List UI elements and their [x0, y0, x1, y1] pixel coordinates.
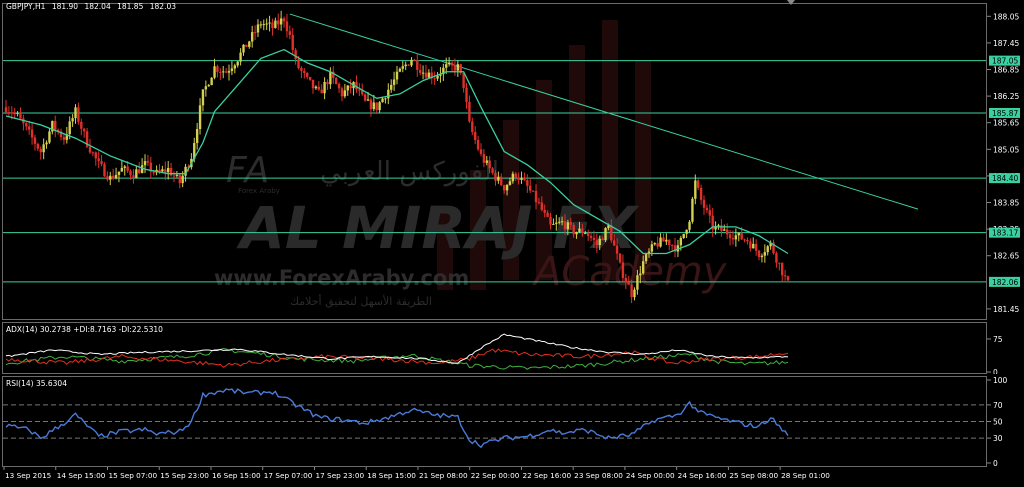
- time-label: 15 Sep 23:00: [160, 471, 209, 480]
- rsi-tick-label: 50: [993, 418, 1003, 427]
- adx-tick-label: 0: [993, 368, 998, 374]
- level-price-label: 184.40: [992, 174, 1018, 183]
- rsi-header: RSI(14) 35.6304: [6, 379, 67, 388]
- level-price-label: 185.87: [992, 109, 1018, 118]
- price-chart-pane[interactable]: AL MIRAJ FX www.ForexAraby.com الفوركس الع…: [0, 0, 1024, 320]
- adx-header: ADX(14) 30.2738 +DI:8.7163 -DI:22.5310: [6, 325, 163, 334]
- shift-marker-icon[interactable]: [787, 0, 795, 6]
- time-label: 17 Sep 23:00: [315, 471, 364, 480]
- price-tick-label: 186.85: [993, 66, 1019, 75]
- low-value: 181.85: [117, 2, 144, 11]
- rsi-tick-label: 100: [993, 376, 1008, 385]
- time-label: 16 Sep 15:00: [212, 471, 261, 480]
- time-label: 15 Sep 07:00: [108, 471, 157, 480]
- time-axis-svg: 13 Sep 2015 14 Sep 15:00 15 Sep 07:00 15 Se…: [3, 467, 830, 480]
- rsi-tick-label: 0: [993, 459, 998, 467]
- time-label: 13 Sep 2015: [5, 471, 51, 480]
- time-label: 22 Sep 16:00: [522, 471, 571, 480]
- time-label: 28 Sep 01:00: [781, 471, 830, 480]
- price-plot-border: [2, 3, 987, 320]
- adx-indicator-pane[interactable]: 75 0 ADX(14) 30.2738 +DI:8.7163 -DI:22.53…: [0, 322, 1024, 377]
- time-axis: 13 Sep 2015 14 Sep 15:00 15 Sep 07:00 15 Se…: [0, 467, 1024, 483]
- price-tick-label: 188.05: [993, 12, 1019, 21]
- level-price-label: 183.17: [992, 229, 1018, 238]
- price-tick-label: 182.65: [993, 252, 1019, 261]
- symbol-name: GBPJPY,H1: [6, 2, 46, 11]
- open-value: 181.90: [51, 2, 79, 11]
- symbol-header: GBPJPY,H1 181.90 182.04 181.85 182.03: [6, 2, 180, 11]
- rsi-plot-border: [2, 376, 987, 467]
- price-tick-label: 187.45: [993, 39, 1019, 48]
- time-label: 24 Sep 00:00: [626, 471, 675, 480]
- price-tick-label: 181.45: [993, 305, 1019, 314]
- rsi-tick-label: 30: [993, 434, 1003, 443]
- level-price-label: 187.05: [992, 57, 1018, 66]
- high-value: 182.04: [84, 2, 111, 11]
- price-tick-label: 186.25: [993, 92, 1019, 101]
- price-tick-label: 185.05: [993, 145, 1019, 154]
- level-price-label: 182.06: [992, 278, 1018, 287]
- time-label: 21 Sep 08:00: [419, 471, 468, 480]
- time-label: 14 Sep 15:00: [57, 471, 106, 480]
- adx-tick-label: 75: [993, 335, 1003, 344]
- time-label: 18 Sep 15:00: [367, 471, 416, 480]
- price-tick-label: 185.65: [993, 119, 1019, 128]
- rsi-indicator-pane[interactable]: 100 70 50 30 0 RSI(14) 35.6304: [0, 376, 1024, 468]
- close-value: 182.03: [149, 2, 176, 11]
- time-label: 22 Sep 00:00: [471, 471, 520, 480]
- price-tick-label: 183.85: [993, 199, 1019, 208]
- time-label: 25 Sep 08:00: [729, 471, 778, 480]
- time-label: 17 Sep 07:00: [264, 471, 313, 480]
- time-label: 23 Sep 08:00: [574, 471, 623, 480]
- time-label: 24 Sep 16:00: [678, 471, 727, 480]
- rsi-tick-label: 70: [993, 401, 1003, 410]
